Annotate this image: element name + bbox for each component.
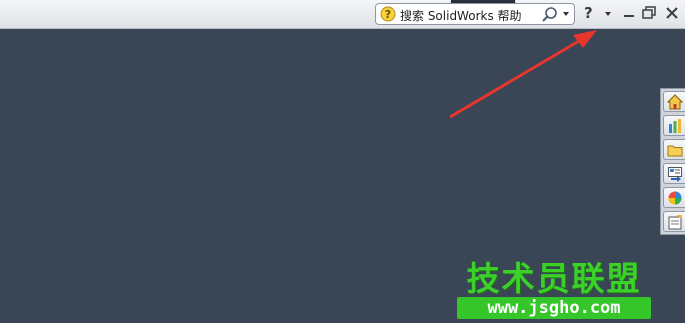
minimize-icon[interactable] [621,5,637,21]
tab-view-palette[interactable] [663,163,685,184]
svg-text:?: ? [385,8,391,21]
tab-appearances[interactable] [663,187,685,208]
tab-custom-properties[interactable] [663,211,685,232]
file-explorer-icon [667,145,683,157]
tab-design-library[interactable] [663,115,685,136]
appearances-icon [668,191,682,205]
search-input[interactable]: 搜索 SolidWorks 帮助 [400,7,522,24]
search-icon[interactable] [541,6,559,24]
home-icon [667,94,683,110]
restore-icon[interactable] [641,5,657,21]
view-palette-icon [668,167,682,182]
custom-properties-icon [668,215,682,230]
tab-file-explorer[interactable] [663,139,685,160]
help-button[interactable]: ? [584,4,593,22]
help-bubble-icon: ? [380,6,396,22]
watermark-url: www.jsgho.com [457,297,651,319]
help-dropdown-icon[interactable] [605,12,611,16]
search-help-box[interactable]: ? 搜索 SolidWorks 帮助 [375,3,575,25]
close-icon[interactable] [664,5,680,21]
tab-home[interactable] [663,91,685,112]
design-library-icon [669,119,681,133]
title-bar: ? 搜索 SolidWorks 帮助 ? [0,0,685,29]
watermark-title: 技术员联盟 [466,259,642,298]
search-dropdown-icon[interactable] [563,12,569,16]
task-pane-tabs [660,88,685,235]
